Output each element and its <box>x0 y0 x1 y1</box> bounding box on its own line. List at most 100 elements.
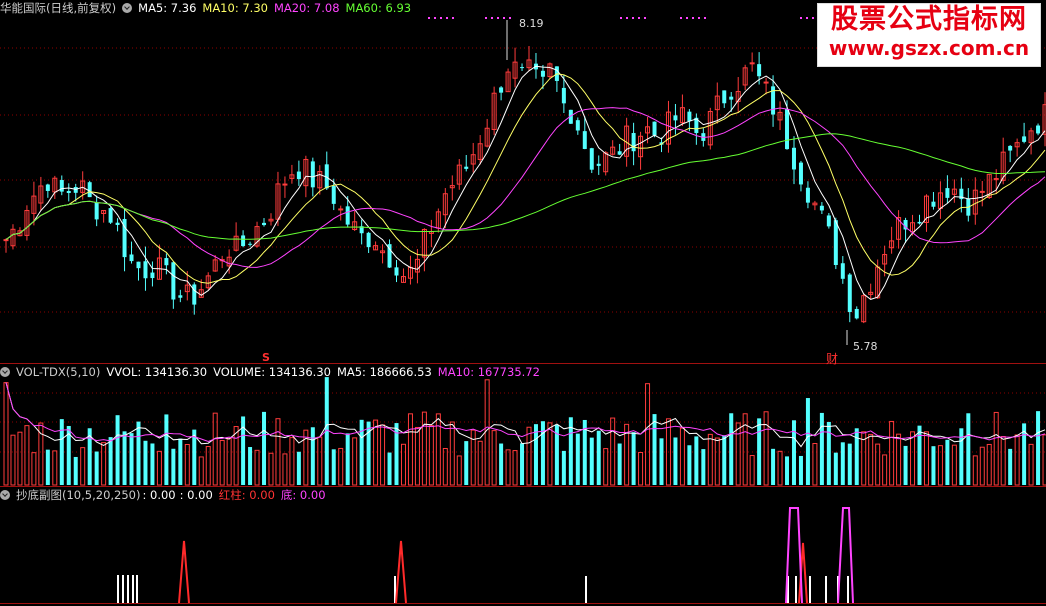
signal-dot <box>503 17 505 19</box>
volume-bar <box>296 451 301 485</box>
volume-bar <box>735 422 741 486</box>
candle-body <box>763 81 769 84</box>
volume-bar <box>714 437 720 486</box>
ind-v1: : 0.00 <box>142 488 176 502</box>
volume-bar <box>484 379 490 486</box>
volume-bar <box>722 435 727 485</box>
sell-marker: S <box>262 351 270 364</box>
volume-bar <box>143 440 148 485</box>
volume-bar <box>777 450 783 486</box>
volume-bar <box>757 418 762 485</box>
volume-bar <box>400 443 406 486</box>
candle-body <box>826 215 831 227</box>
volume-bar <box>673 437 678 485</box>
volume-bar <box>512 450 518 486</box>
volume-bar <box>526 426 532 486</box>
volume-bar <box>729 413 734 485</box>
volume-bar <box>1000 436 1006 486</box>
volume-bar <box>101 442 107 486</box>
volume-bar <box>428 425 434 486</box>
volume-bar <box>645 383 651 486</box>
volume-bar <box>589 437 594 485</box>
candle-body <box>582 131 587 149</box>
watermark-title: 股票公式指标网 <box>831 4 1027 35</box>
volume-bar <box>631 432 636 485</box>
volume-bar <box>150 443 155 485</box>
candle-body <box>108 208 113 223</box>
dropdown-icon[interactable] <box>0 490 10 500</box>
candle-body <box>631 133 636 152</box>
stock-name: 华能国际(日线,前复权) <box>0 1 117 15</box>
volume-bar <box>596 430 601 485</box>
candle-body <box>499 87 504 93</box>
volume-bar <box>52 450 58 486</box>
volume-bar <box>262 411 267 485</box>
volume-bar <box>910 431 916 486</box>
stock-chart[interactable] <box>0 0 1046 606</box>
volume-bar <box>840 442 845 485</box>
legend-ma5: MA5: 7.36 <box>138 1 197 15</box>
candle-body <box>192 284 197 305</box>
volume-bar <box>659 438 664 485</box>
volume-bar <box>749 455 755 486</box>
watermark-logo: 股票公式指标网 www.gszx.com.cn <box>817 3 1041 67</box>
candle-body <box>575 120 580 131</box>
volume-bar <box>805 398 810 485</box>
volume-bar <box>456 455 462 486</box>
candle-body <box>143 261 148 279</box>
candle-body <box>282 183 288 186</box>
candle-body <box>115 222 120 225</box>
signal-dot <box>440 17 442 19</box>
signal-dot <box>704 17 706 19</box>
candle-body <box>917 221 922 224</box>
finance-marker: 财 <box>826 352 839 366</box>
volume-bar <box>896 433 902 486</box>
volume-bar <box>464 441 469 485</box>
volume-bar <box>268 452 274 486</box>
watermark-url: www.gszx.com.cn <box>828 36 1030 60</box>
ind-peak <box>395 540 407 604</box>
volume-bar <box>499 443 504 485</box>
signal-dot <box>692 17 694 19</box>
volume-bar <box>875 443 881 486</box>
volume-bar <box>701 449 706 485</box>
candle-body <box>589 148 594 170</box>
dropdown-icon[interactable] <box>0 367 10 377</box>
volume-bar <box>477 440 483 486</box>
volume-bar <box>505 449 511 486</box>
volume-bar <box>603 448 609 486</box>
volume-bar <box>1028 443 1034 486</box>
volume-bar <box>407 413 413 486</box>
candle-body <box>129 254 134 262</box>
candle-body <box>791 147 796 170</box>
signal-dot <box>626 17 628 19</box>
volume-bar <box>442 448 448 486</box>
volume-bar <box>345 433 350 485</box>
volume-bar <box>108 437 113 485</box>
candle-body <box>310 161 315 188</box>
volume-bar <box>561 450 566 485</box>
volume-bar <box>520 443 525 485</box>
candle-body <box>722 90 727 104</box>
volume-bar <box>414 426 420 486</box>
dropdown-icon[interactable] <box>122 3 133 13</box>
volume-bar <box>73 456 78 485</box>
volume-bar <box>122 431 127 485</box>
volume-bar <box>10 434 16 486</box>
volume-bar <box>178 438 183 485</box>
signal-dot <box>638 17 640 19</box>
candle-body <box>854 308 859 319</box>
candle-body <box>150 272 155 279</box>
volume-bar <box>310 427 315 485</box>
candle-body <box>3 239 9 242</box>
volume-bar <box>903 445 908 485</box>
candle-body <box>241 235 246 247</box>
volume-bar <box>533 424 538 485</box>
signal-dot <box>644 17 646 19</box>
candle-body <box>171 262 176 300</box>
signal-dot <box>812 17 814 19</box>
legend-ma10: MA10: 7.30 <box>202 1 268 15</box>
volume-bar <box>421 411 427 486</box>
ind-name: 抄底副图(10,5,20,250) <box>16 488 141 502</box>
candle-body <box>262 222 267 226</box>
